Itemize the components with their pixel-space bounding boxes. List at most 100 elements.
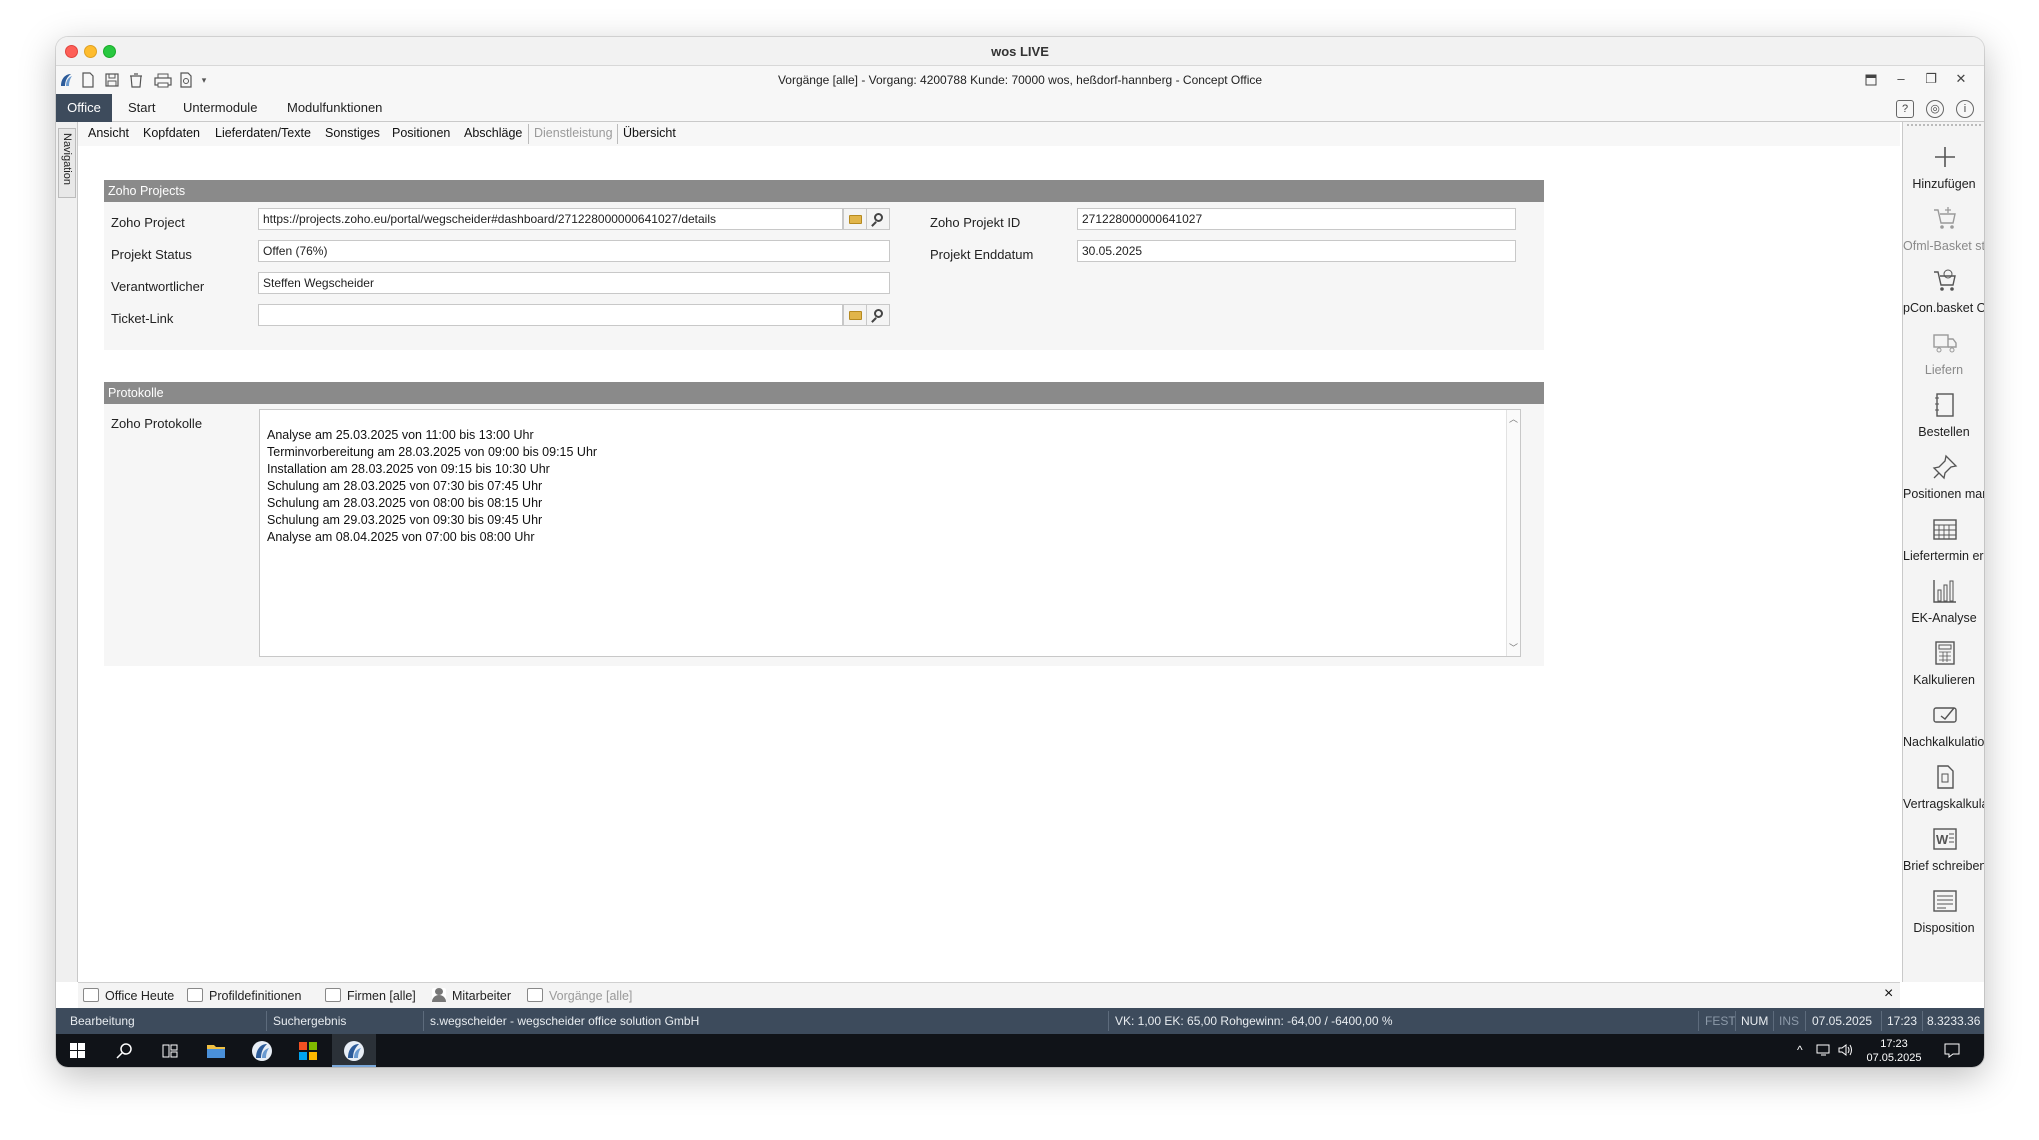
folder-icon <box>849 215 862 224</box>
open-folder-button[interactable] <box>843 304 867 326</box>
office-taskbar-button[interactable] <box>286 1034 330 1067</box>
protokolle-section: Protokolle Zoho Protokolle Analyse am 25… <box>104 382 1544 666</box>
liefertermin-ermitteln-button[interactable]: Liefertermin ermitteln <box>1903 516 1984 578</box>
pcon-basket-button[interactable]: pCon.basket Online <box>1903 268 1984 330</box>
positionen-markieren-button[interactable]: Positionen markieren <box>1903 454 1984 516</box>
file-explorer-button[interactable] <box>194 1034 238 1067</box>
task-view-button[interactable] <box>148 1034 192 1067</box>
tab-positionen[interactable]: Positionen <box>392 126 450 140</box>
person-icon <box>432 988 446 1002</box>
calculator-icon <box>1935 641 1955 665</box>
delete-icon[interactable] <box>128 72 144 88</box>
navigation-strip: Navigation <box>56 122 78 982</box>
info-icon[interactable]: i <box>1956 100 1974 118</box>
search-taskbar-button[interactable] <box>102 1034 146 1067</box>
search-icon <box>116 1043 132 1059</box>
zoho-project-url-field[interactable]: https://projects.zoho.eu/portal/wegschei… <box>258 208 843 230</box>
open-folder-button[interactable] <box>843 208 867 230</box>
tray-chevron-icon[interactable]: ^ <box>1797 1043 1803 1057</box>
search-icon <box>874 309 883 318</box>
close-icon[interactable]: ✕ <box>1952 71 1970 87</box>
navigation-tab[interactable]: Navigation <box>58 128 76 198</box>
app-logo-icon[interactable] <box>58 72 74 88</box>
concept-office-taskbar-button[interactable] <box>240 1034 284 1067</box>
doctab-mitarbeiter[interactable]: Mitarbeiter <box>432 988 511 1003</box>
print-preview-icon[interactable] <box>178 72 194 88</box>
ticket-link-field[interactable] <box>258 304 843 326</box>
tab-dienstleistung[interactable]: Dienstleistung <box>534 126 613 140</box>
status-separator <box>423 1011 424 1031</box>
tab-lieferdaten-texte[interactable]: Lieferdaten/Texte <box>215 126 311 140</box>
projekt-enddatum-label: Projekt Enddatum <box>930 247 1034 262</box>
action-panel: Hinzufügen Ofml-Basket starten pCon.bask… <box>1902 122 1984 982</box>
ek-analyse-button[interactable]: EK-Analyse <box>1903 578 1984 640</box>
brief-schreiben-button[interactable]: W Brief schreiben <box>1903 826 1984 888</box>
search-button[interactable] <box>866 208 890 230</box>
task-view-icon <box>162 1044 178 1058</box>
folder-icon <box>207 1045 225 1058</box>
minimize-icon[interactable]: – <box>1892 71 1910 86</box>
new-document-icon[interactable] <box>80 72 96 88</box>
menu-office[interactable]: Office <box>56 94 112 122</box>
zoho-projects-section: Zoho Projects Zoho Project https://proje… <box>104 180 1544 350</box>
protocol-line: Analyse am 08.04.2025 von 07:00 bis 08:0… <box>267 530 535 544</box>
ofml-basket-button[interactable]: Ofml-Basket starten <box>1903 206 1984 268</box>
notification-icon[interactable] <box>1944 1043 1960 1058</box>
status-separator <box>1698 1011 1699 1031</box>
projekt-status-field[interactable]: Offen (76%) <box>258 240 890 262</box>
help-icon[interactable]: ? <box>1896 100 1914 118</box>
app-titlebar: ▾ Vorgänge [alle] - Vorgang: 4200788 Kun… <box>56 66 1984 94</box>
menu-start[interactable]: Start <box>118 94 165 122</box>
scroll-down-icon[interactable]: ﹀ <box>1509 641 1518 654</box>
bar-chart-icon <box>1933 580 1956 603</box>
hinzufuegen-button[interactable]: Hinzufügen <box>1903 144 1984 206</box>
bestellen-button[interactable]: Bestellen <box>1903 392 1984 454</box>
zoho-protokolle-textarea[interactable]: Analyse am 25.03.2025 von 11:00 bis 13:0… <box>259 409 1521 657</box>
doctab-vorgaenge[interactable]: Vorgänge [alle] <box>527 988 632 1003</box>
zoho-projekt-id-field[interactable]: 271228000000641027 <box>1077 208 1516 230</box>
taskbar-clock[interactable]: 17:23 07.05.2025 <box>1864 1037 1924 1065</box>
save-icon[interactable] <box>104 72 120 88</box>
disposition-button[interactable]: Disposition <box>1903 888 1984 950</box>
tab-kopfdaten[interactable]: Kopfdaten <box>143 126 200 140</box>
print-icon[interactable] <box>153 72 173 88</box>
tab-abschlaege[interactable]: Abschläge <box>464 126 522 140</box>
verantwortlicher-label: Verantwortlicher <box>111 279 205 294</box>
status-calculation: VK: 1,00 EK: 65,00 Rohgewinn: -64,00 / -… <box>1115 1014 1393 1028</box>
start-button[interactable] <box>56 1034 100 1067</box>
doctab-profildefinitionen[interactable]: Profildefinitionen <box>187 988 301 1003</box>
doctab-office-heute[interactable]: Office Heute <box>83 988 174 1003</box>
projekt-status-label: Projekt Status <box>111 247 192 262</box>
vertragskalkulation-button[interactable]: Vertragskalkulation <box>1903 764 1984 826</box>
tab-sonstiges[interactable]: Sonstiges <box>325 126 380 140</box>
volume-icon[interactable] <box>1838 1043 1854 1057</box>
quick-access-dropdown-icon[interactable]: ▾ <box>196 72 212 88</box>
contract-icon <box>1937 765 1954 789</box>
recalc-icon <box>1933 707 1957 723</box>
os-taskbar: ^ 17:23 07.05.2025 <box>56 1034 1984 1067</box>
network-icon[interactable] <box>1816 1043 1832 1057</box>
restore-icon[interactable]: ❐ <box>1922 71 1940 87</box>
search-button[interactable] <box>866 304 890 326</box>
tab-uebersicht[interactable]: Übersicht <box>623 126 676 140</box>
wos-live-taskbar-button[interactable] <box>332 1034 376 1067</box>
tab-ansicht[interactable]: Ansicht <box>88 126 129 140</box>
nachkalkulation-button[interactable]: Nachkalkulation <box>1903 702 1984 764</box>
restore-layout-icon[interactable] <box>1862 71 1880 89</box>
svg-text:W: W <box>1936 832 1949 847</box>
menu-untermodule[interactable]: Untermodule <box>173 94 267 122</box>
close-tabs-icon[interactable]: × <box>1884 985 1893 1003</box>
status-separator <box>1881 1011 1882 1031</box>
app-logo-icon <box>252 1041 272 1061</box>
protocol-line: Schulung am 28.03.2025 von 08:00 bis 08:… <box>267 496 543 510</box>
scroll-up-icon[interactable]: ︿ <box>1509 412 1518 425</box>
projekt-enddatum-field[interactable]: 30.05.2025 <box>1077 240 1516 262</box>
globe-icon[interactable]: ◎ <box>1926 100 1944 118</box>
pin-icon <box>1932 454 1958 480</box>
menu-modulfunktionen[interactable]: Modulfunktionen <box>277 94 392 122</box>
kalkulieren-button[interactable]: Kalkulieren <box>1903 640 1984 702</box>
vertical-scrollbar[interactable]: ︿ ﹀ <box>1506 410 1520 656</box>
liefern-button[interactable]: Liefern <box>1903 330 1984 392</box>
doctab-firmen[interactable]: Firmen [alle] <box>325 988 416 1003</box>
verantwortlicher-field[interactable]: Steffen Wegscheider <box>258 272 890 294</box>
